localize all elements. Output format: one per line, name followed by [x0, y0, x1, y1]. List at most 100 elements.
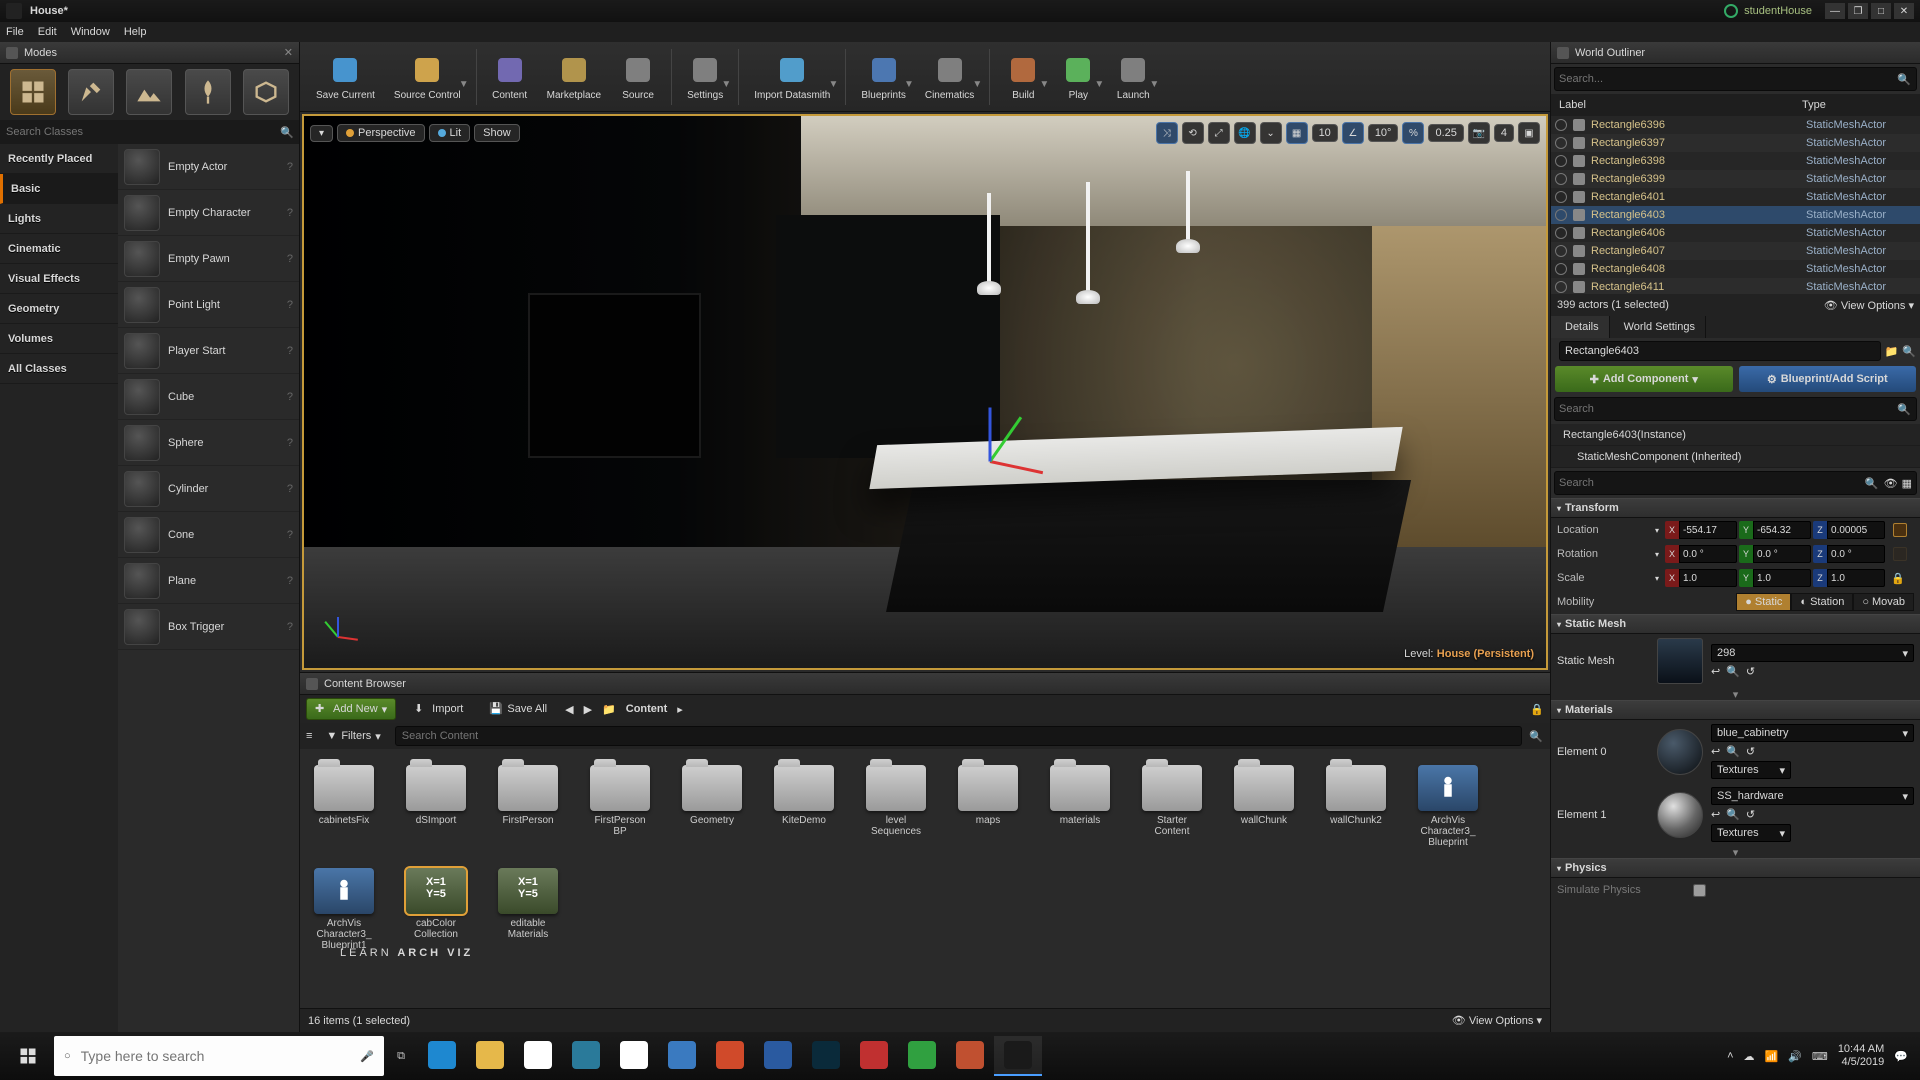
translate-tool-button[interactable]: ⤨ — [1156, 122, 1178, 144]
outliner-row[interactable]: Rectangle6399StaticMeshActor — [1551, 170, 1920, 188]
outliner-rows[interactable]: Rectangle6396StaticMeshActor Rectangle639… — [1551, 116, 1920, 294]
category-lights[interactable]: Lights — [0, 204, 118, 234]
grid-snap-toggle[interactable]: ▦ — [1286, 122, 1308, 144]
keyboard-icon[interactable]: ⌨ — [1812, 1050, 1828, 1063]
mobility-movable-button[interactable]: ○Movab — [1853, 593, 1914, 611]
scale-y-input[interactable] — [1753, 569, 1811, 587]
content-button[interactable]: Content — [484, 46, 536, 108]
mobility-stationary-button[interactable]: ◐Station — [1791, 593, 1853, 611]
category-geometry[interactable]: Geometry — [0, 294, 118, 324]
expand-materials-icon[interactable]: ▾ — [1551, 846, 1920, 858]
browse-icon[interactable]: 🔍 — [1726, 808, 1740, 821]
outliner-row[interactable]: Rectangle6396StaticMeshActor — [1551, 116, 1920, 134]
menu-window[interactable]: Window — [71, 26, 110, 38]
foliage-mode-button[interactable] — [185, 69, 231, 115]
content-search-input[interactable] — [395, 726, 1522, 746]
mic-icon[interactable]: 🎤 — [360, 1050, 374, 1063]
marketplace-button[interactable]: Marketplace — [539, 46, 609, 108]
maximize-viewport-button[interactable]: ▣ — [1518, 122, 1540, 144]
search-icon[interactable]: 🔍 — [1896, 401, 1912, 417]
scale-snap-toggle[interactable]: % — [1402, 122, 1424, 144]
asset-maps[interactable]: maps — [952, 765, 1024, 848]
save-all-button[interactable]: 💾Save All — [481, 699, 555, 719]
menu-help[interactable]: Help — [124, 26, 147, 38]
outliner-row[interactable]: Rectangle6407StaticMeshActor — [1551, 242, 1920, 260]
asset-cabcolor[interactable]: X=1 Y=5cabColorCollection — [400, 868, 472, 951]
visibility-icon[interactable] — [1555, 263, 1567, 275]
category-all-classes[interactable]: All Classes — [0, 354, 118, 384]
outliner-row[interactable]: Rectangle6406StaticMeshActor — [1551, 224, 1920, 242]
transform-gizmo[interactable] — [950, 420, 1030, 500]
taskbar-app-photoshop[interactable] — [802, 1036, 850, 1076]
search-icon[interactable]: 🔍 — [279, 124, 295, 140]
tab-details[interactable]: Details — [1551, 316, 1610, 338]
taskbar-search-input[interactable] — [81, 1048, 351, 1064]
info-icon[interactable]: ? — [287, 161, 293, 173]
info-icon[interactable]: ? — [287, 345, 293, 357]
viewport-lit-button[interactable]: Lit — [429, 124, 471, 142]
section-transform[interactable]: ▾Transform — [1551, 498, 1920, 518]
taskbar-app-edge[interactable] — [418, 1036, 466, 1076]
taskbar-app-ue[interactable] — [994, 1036, 1042, 1076]
mesh-thumbnail[interactable] — [1657, 638, 1703, 684]
outliner-search-input[interactable] — [1559, 73, 1896, 85]
blueprint-script-button[interactable]: ⚙Blueprint/Add Script — [1739, 366, 1917, 392]
reset-location-button[interactable] — [1893, 523, 1907, 537]
asset-grid[interactable]: cabinetsFixdSImportFirstPersonFirstPerso… — [300, 749, 1550, 1008]
rotation-z-input[interactable] — [1827, 545, 1885, 563]
tray-overflow-icon[interactable]: ˄ — [1727, 1050, 1733, 1062]
material0-dropdown[interactable]: blue_cabinetry▾ — [1711, 724, 1914, 742]
camera-speed-value[interactable]: 4 — [1494, 124, 1514, 142]
location-y-input[interactable] — [1753, 521, 1811, 539]
minimize-button[interactable]: — — [1825, 3, 1845, 19]
static-mesh-dropdown[interactable]: 298▾ — [1711, 644, 1914, 662]
category-cinematic[interactable]: Cinematic — [0, 234, 118, 264]
visibility-icon[interactable] — [1555, 119, 1567, 131]
locate-icon[interactable]: 🔍 — [1902, 345, 1916, 358]
modes-close-icon[interactable]: ✕ — [284, 46, 293, 59]
outliner-row[interactable]: Rectangle6408StaticMeshActor — [1551, 260, 1920, 278]
history-fwd-button[interactable]: ▶ — [584, 703, 592, 716]
sources-toggle-button[interactable]: ≡ — [306, 730, 312, 742]
asset-firstperson[interactable]: FirstPerson — [492, 765, 564, 848]
category-visual-effects[interactable]: Visual Effects — [0, 264, 118, 294]
taskbar-clock[interactable]: 10:44 AM 4/5/2019 — [1838, 1043, 1884, 1068]
placeable-list[interactable]: Empty Actor?Empty Character?Empty Pawn?P… — [118, 144, 299, 1032]
add-new-button[interactable]: ✚Add New ▾ — [306, 698, 396, 720]
use-selected-icon[interactable]: ↩ — [1711, 745, 1720, 758]
rotate-tool-button[interactable]: ⟲ — [1182, 122, 1204, 144]
viewport-perspective-button[interactable]: Perspective — [337, 124, 424, 142]
rotation-y-input[interactable] — [1753, 545, 1811, 563]
network-icon[interactable]: 📶 — [1765, 1050, 1779, 1063]
property-matrix-icon[interactable]: ▦ — [1902, 477, 1912, 490]
build-button[interactable]: Build▼ — [997, 46, 1049, 108]
placeable-cylinder[interactable]: Cylinder? — [118, 466, 299, 512]
placeable-empty-actor[interactable]: Empty Actor? — [118, 144, 299, 190]
reset-icon[interactable]: ↺ — [1746, 665, 1755, 678]
taskbar-app-n[interactable] — [898, 1036, 946, 1076]
asset-archvis[interactable]: ArchVisCharacter3_Blueprint1 — [308, 868, 380, 951]
asset-dsimport[interactable]: dSImport — [400, 765, 472, 848]
taskbar-app-word[interactable] — [754, 1036, 802, 1076]
details-search-input[interactable] — [1559, 477, 1864, 489]
visibility-icon[interactable] — [1555, 227, 1567, 239]
filters-button[interactable]: ▼Filters ▾ — [318, 727, 388, 746]
axis-orientation-widget[interactable] — [316, 614, 360, 658]
outliner-header[interactable]: Label Type — [1551, 94, 1920, 116]
category-volumes[interactable]: Volumes — [0, 324, 118, 354]
location-z-input[interactable] — [1827, 521, 1885, 539]
placeable-point-light[interactable]: Point Light? — [118, 282, 299, 328]
material-thumbnail[interactable] — [1657, 792, 1703, 838]
tab-title[interactable]: House* — [30, 5, 68, 17]
taskbar-app-s1[interactable] — [658, 1036, 706, 1076]
reset-icon[interactable]: ↺ — [1746, 808, 1755, 821]
eye-icon[interactable]: 👁 — [1884, 477, 1898, 490]
actor-name-input[interactable] — [1559, 341, 1881, 361]
menu-edit[interactable]: Edit — [38, 26, 57, 38]
chevron-down-icon[interactable]: ▼ — [459, 79, 469, 90]
start-button[interactable] — [4, 1036, 52, 1076]
placeable-cone[interactable]: Cone? — [118, 512, 299, 558]
surface-snap-button[interactable]: ⌄ — [1260, 122, 1282, 144]
info-icon[interactable]: ? — [287, 621, 293, 633]
launch-button[interactable]: Launch▼ — [1107, 46, 1159, 108]
